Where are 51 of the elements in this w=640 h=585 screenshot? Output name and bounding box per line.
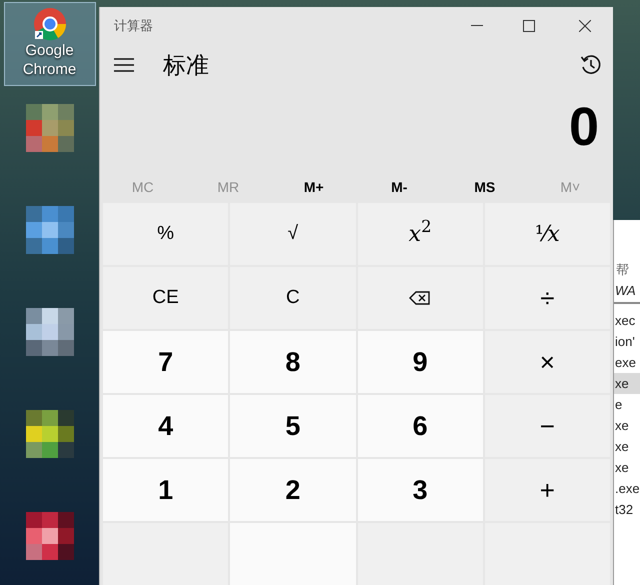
mode-title: 标准 (163, 51, 210, 80)
process-row[interactable]: ion' (614, 331, 640, 352)
process-row[interactable]: xe (614, 415, 640, 436)
menu-item[interactable]: 帮 (614, 260, 640, 280)
process-row[interactable]: xec (614, 310, 640, 331)
calculator-key[interactable]: 2 (230, 459, 356, 521)
memory-button[interactable]: M+ (271, 173, 356, 201)
window-title: 计算器 (114, 17, 154, 36)
calculator-key[interactable]: ¹⁄x (484, 203, 610, 265)
process-row[interactable]: exe (614, 352, 640, 373)
calculator-key[interactable]: ÷ (484, 267, 610, 329)
calculator-key[interactable]: 1 (103, 459, 228, 521)
desktop-icon-label: Google Chrome (22, 41, 78, 79)
desktop-icon[interactable]: Google Chrome (4, 2, 96, 86)
calculator-key[interactable]: × (484, 331, 610, 393)
calculator-key[interactable]: − (484, 395, 610, 457)
calculator-key[interactable]: CE (103, 267, 228, 329)
history-icon (580, 54, 602, 76)
calculator-key[interactable]: 8 (230, 331, 356, 393)
calculator-key[interactable]: % (103, 203, 228, 265)
memory-button[interactable]: MS (442, 173, 528, 201)
calculator-key[interactable]: x$^{2}$ (358, 203, 483, 265)
process-row[interactable]: xe (614, 457, 640, 478)
calculator-key[interactable]: 7 (103, 331, 228, 393)
pixelated-icon[interactable] (26, 410, 74, 458)
calculator-key[interactable] (358, 267, 483, 329)
calculator-key[interactable]: 5 (230, 395, 356, 457)
process-row[interactable]: xe (614, 436, 640, 457)
calculator-key[interactable]: 3 (358, 459, 483, 521)
memory-button[interactable]: M- (356, 173, 442, 201)
pixelated-icon[interactable] (26, 512, 74, 560)
browser-icon (32, 7, 66, 41)
maximize-icon (523, 20, 535, 32)
process-row[interactable]: e (614, 394, 640, 415)
process-row[interactable]: .exe (614, 478, 640, 499)
process-row[interactable]: xe (614, 373, 640, 394)
calculator-key[interactable]: 4 (103, 395, 228, 457)
minimize-icon (471, 25, 483, 27)
column-header[interactable]: WA (614, 280, 640, 304)
calculator-key[interactable]: 6 (358, 395, 483, 457)
pixelated-icon[interactable] (26, 206, 74, 254)
close-icon (579, 20, 591, 32)
menu-icon (114, 58, 134, 72)
calculator-key[interactable]: C (230, 267, 356, 329)
result-display: 0 (568, 96, 599, 159)
calculator-key[interactable]: √ (230, 203, 356, 265)
backspace-icon (409, 290, 432, 306)
calculator-key[interactable]: + (484, 459, 610, 521)
pixelated-icon[interactable] (26, 308, 74, 356)
process-row[interactable]: t32 (614, 499, 640, 520)
calculator-key[interactable]: 9 (358, 331, 483, 393)
